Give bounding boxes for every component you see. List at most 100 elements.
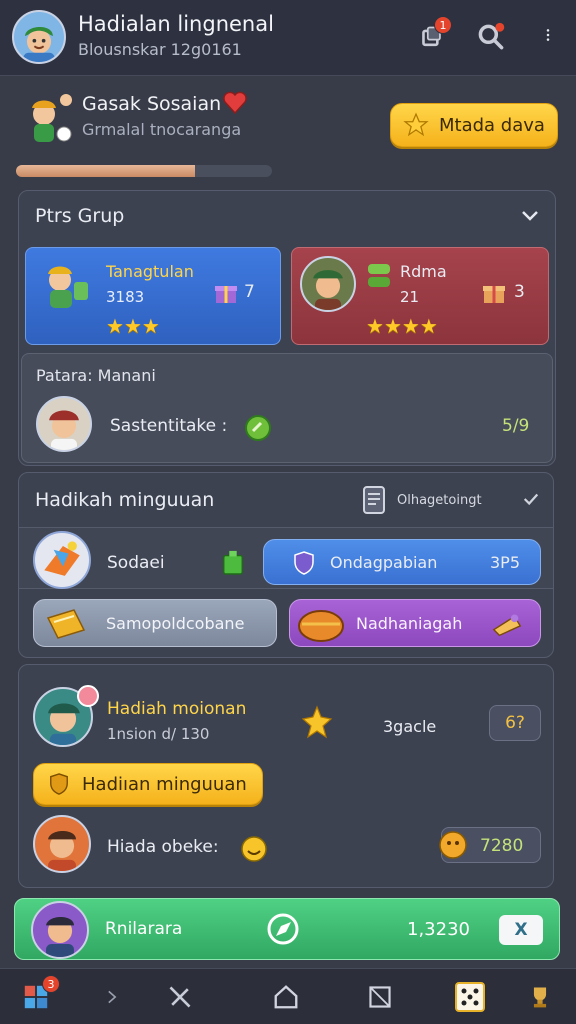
ticket-icon xyxy=(46,609,86,639)
star-icon: ★ xyxy=(106,314,124,338)
star-icon: ★ xyxy=(366,314,384,338)
reward-row-avatar xyxy=(33,815,91,873)
team-left-gift-count: 7 xyxy=(244,282,255,302)
weekly-title: Hadikah minguuan xyxy=(35,489,215,511)
close-icon: X xyxy=(514,920,528,940)
chevron-down-icon[interactable] xyxy=(515,201,545,231)
app-title: Hadialan lingnenal xyxy=(78,12,274,36)
team-right-name: Rdma xyxy=(400,262,447,281)
reward-avatar-badge xyxy=(77,685,99,707)
search-icon[interactable] xyxy=(474,20,508,54)
notification-icon[interactable]: 1 xyxy=(418,16,452,52)
team-left-mascot-icon xyxy=(34,256,92,314)
reward-claim-label: Hadiıan minguuan xyxy=(82,773,247,795)
member-name: Sastentitake : xyxy=(110,416,228,436)
notification-badge: 1 xyxy=(434,16,452,34)
weekly-left-label: Samopoldcobane xyxy=(106,614,245,633)
leaderboard-avatar xyxy=(31,901,89,959)
star-icon: ★ xyxy=(383,314,402,338)
group-panel: Ptrs Grup Tanagtulan 3183 7 ★★★ Rdma 21 … xyxy=(18,190,556,466)
team-right-gift-count: 3 xyxy=(514,282,525,302)
square-icon[interactable] xyxy=(362,979,398,1015)
home-icon[interactable] xyxy=(268,979,304,1015)
team-card-left[interactable]: Tanagtulan 3183 7 ★★★ xyxy=(25,247,281,345)
weekly-option-label[interactable]: Olhagetoingt xyxy=(397,493,482,508)
profile-subtitle: Grmalal tnocaranga xyxy=(82,120,242,139)
reward-box-value: 6? xyxy=(505,713,525,733)
bottom-nav: 3 xyxy=(0,968,576,1024)
team-left-stars: ★★★ xyxy=(106,314,160,338)
avatar[interactable] xyxy=(12,10,66,64)
member-section: Patara: Manani Sastentitake : 5/9 xyxy=(21,353,553,463)
profile-action-button[interactable]: Mtada dava xyxy=(390,103,558,147)
leaderboard-value: 1,3230 xyxy=(407,919,470,940)
team-left-name: Tanagtulan xyxy=(106,262,194,281)
document-icon[interactable] xyxy=(359,483,389,517)
candy-icon xyxy=(492,614,522,637)
weekly-row1-icon xyxy=(33,531,91,589)
face-coin-icon xyxy=(439,831,467,859)
coin-icon xyxy=(244,414,272,442)
trophy-icon[interactable] xyxy=(522,979,558,1015)
app-subtitle: Blousnskar 12g0161 xyxy=(78,40,242,59)
reward-center-label: 3gacle xyxy=(383,717,437,736)
reward-name: Hadiah moionan xyxy=(107,699,247,719)
reward-sub: 1nsion d/ 130 xyxy=(107,725,210,743)
star-icon: ★ xyxy=(419,314,438,338)
reward-row-value-box: 7280 xyxy=(439,827,541,863)
reward-claim-button[interactable]: Hadiıan minguuan xyxy=(33,763,263,805)
star-icon: ★ xyxy=(401,314,420,338)
star-icon xyxy=(403,112,429,137)
profile-name: Gasak Sosaian xyxy=(82,93,222,115)
box-icon xyxy=(221,547,247,577)
gift-icon xyxy=(212,278,240,306)
nav-grid-icon[interactable]: 3 xyxy=(18,975,60,1015)
heart-icon xyxy=(222,90,248,116)
weekly-row1-label: Sodaei xyxy=(107,553,165,573)
leaderboard-bar[interactable]: Rnilarara 1,3230 X xyxy=(14,898,560,960)
check-icon xyxy=(521,489,541,509)
weekly-right-button[interactable]: Nadhaniagah xyxy=(289,599,541,647)
chevron-right-icon[interactable] xyxy=(94,979,130,1015)
team-right-stars: ★★★★ xyxy=(366,314,438,338)
reward-row-name: Hiada obeke: xyxy=(107,837,219,857)
profile-progress-bar xyxy=(16,165,272,177)
profile-progress-fill xyxy=(16,165,196,177)
sparkle-icon xyxy=(299,705,335,741)
weekly-pill-value: 3P5 xyxy=(490,553,521,572)
reward-panel: Hadiah moionan 1nsion d/ 130 3gacle 6? H… xyxy=(18,664,554,888)
treasure-icon xyxy=(298,610,344,642)
more-icon[interactable] xyxy=(536,18,560,52)
dice-icon[interactable] xyxy=(452,979,488,1015)
team-right-score: 21 xyxy=(400,288,420,306)
leaderboard-close-button[interactable]: X xyxy=(499,915,543,945)
team-card-right[interactable]: Rdma 21 3 ★★★★ xyxy=(291,247,549,345)
compass-icon xyxy=(265,911,301,947)
smile-icon xyxy=(239,833,269,863)
profile-action-label: Mtada dava xyxy=(439,114,545,136)
weekly-left-button[interactable]: Samopoldcobane xyxy=(33,599,277,647)
tools-icon[interactable] xyxy=(162,979,198,1015)
member-avatar xyxy=(36,396,92,452)
team-left-score: 3183 xyxy=(106,288,145,306)
profile-character-icon xyxy=(16,88,76,148)
reward-row-value: 7280 xyxy=(480,836,524,856)
group-title: Ptrs Grup xyxy=(35,205,125,227)
leaderboard-name: Rnilarara xyxy=(105,919,183,939)
star-icon: ★ xyxy=(123,314,142,338)
weekly-pill-label: Ondagpabian xyxy=(330,553,438,572)
team-right-coin-icon xyxy=(366,262,392,290)
weekly-panel: Hadikah minguuan Olhagetoingt Sodaei Ond… xyxy=(18,472,554,658)
member-value: 5/9 xyxy=(502,416,530,436)
shield-icon xyxy=(294,551,314,575)
nav-badge: 3 xyxy=(42,975,60,993)
star-icon: ★ xyxy=(141,314,160,338)
weekly-pill-button[interactable]: Ondagpabian 3P5 xyxy=(263,539,541,585)
top-bar: Hadialan lingnenal Blousnskar 12g0161 1 xyxy=(0,0,576,76)
weekly-right-label: Nadhaniagah xyxy=(356,614,463,633)
shield-icon xyxy=(50,773,68,795)
member-header: Patara: Manani xyxy=(36,366,156,385)
reward-box[interactable]: 6? xyxy=(489,705,541,741)
gift-icon xyxy=(480,278,508,306)
team-right-avatar xyxy=(300,256,356,312)
